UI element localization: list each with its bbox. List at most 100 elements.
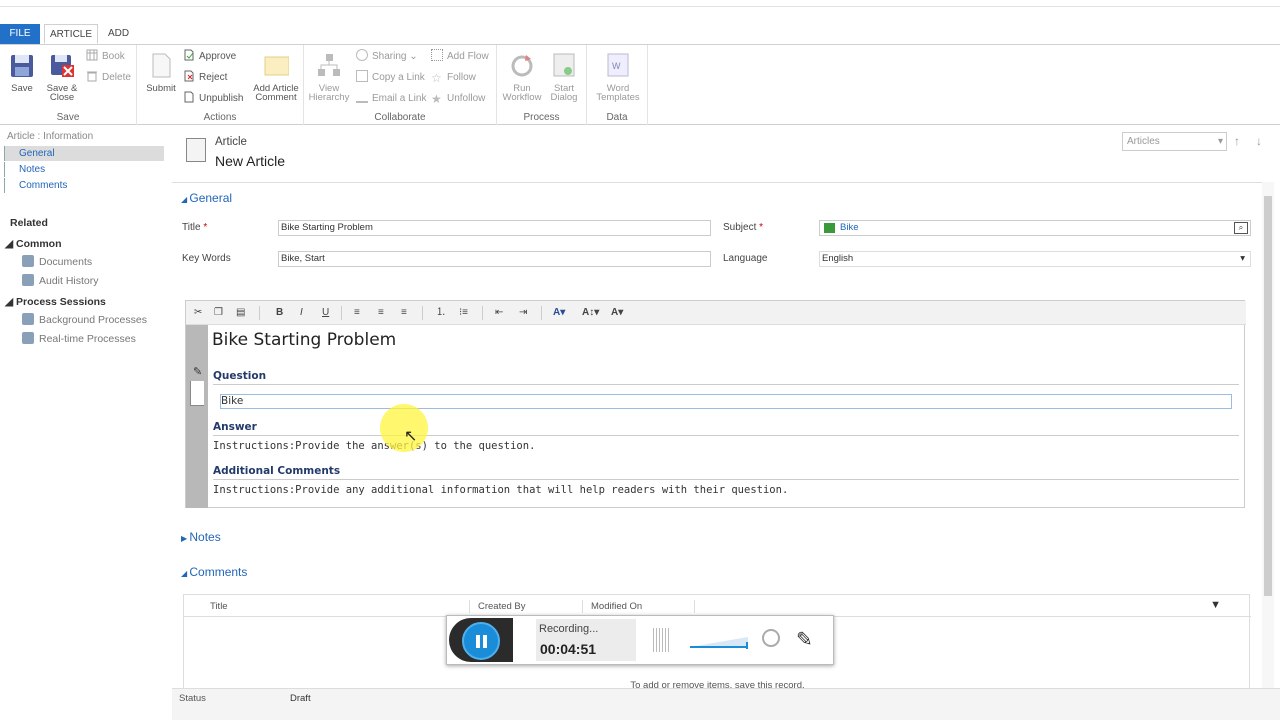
- editor-content[interactable]: Bike Starting Problem Question Bike Answ…: [208, 325, 1244, 508]
- related-documents[interactable]: Documents: [22, 254, 92, 270]
- pen-draw-icon[interactable]: ✎: [796, 627, 813, 652]
- realtime-process-icon: [22, 332, 34, 344]
- add-flow-label: Add Flow: [447, 51, 489, 62]
- nav-item-comments[interactable]: Comments: [4, 178, 164, 193]
- word-templates-button[interactable]: W Word Templates: [593, 51, 643, 102]
- font-color-icon[interactable]: A▾: [611, 306, 623, 320]
- submit-button[interactable]: Submit: [139, 51, 183, 93]
- previous-record-arrow-icon[interactable]: ↑: [1234, 134, 1240, 148]
- language-field-label: Language: [723, 253, 768, 264]
- unpublish-icon: [184, 91, 194, 103]
- tab-add[interactable]: ADD: [100, 24, 137, 44]
- pause-recording-button[interactable]: [462, 622, 500, 660]
- decrease-indent-icon[interactable]: ⇤: [495, 306, 503, 320]
- tab-file[interactable]: FILE: [0, 24, 40, 44]
- delete-button[interactable]: Delete: [86, 70, 131, 86]
- volume-slider[interactable]: [690, 635, 748, 649]
- title-input[interactable]: Bike Starting Problem: [278, 220, 711, 236]
- subject-entity-icon: [824, 223, 835, 233]
- editor-toolbar: ✂ ❐ ▤ B I U ≡ ≡ ≡ ⒈ ⁝≡ ⇤ ⇥ A▾ A↕▾ A▾: [186, 301, 1246, 325]
- record-view-selector[interactable]: Articles ▾: [1122, 132, 1227, 151]
- lookup-search-icon[interactable]: ⌕: [1234, 222, 1248, 234]
- related-realtime-processes[interactable]: Real-time Processes: [22, 331, 136, 347]
- align-left-icon[interactable]: ≡: [354, 306, 360, 320]
- nav-item-general[interactable]: General: [4, 146, 164, 161]
- status-label: Status: [179, 693, 206, 704]
- recording-timer: 00:04:51: [540, 641, 597, 657]
- save-close-button[interactable]: Save & Close: [40, 51, 84, 102]
- keywords-field-label: Key Words: [182, 253, 231, 264]
- trash-icon: [87, 71, 97, 82]
- toolbar-divider: [482, 306, 483, 320]
- filter-icon[interactable]: ▼: [1210, 599, 1221, 611]
- approve-button[interactable]: Approve: [183, 49, 236, 65]
- start-dialog-button[interactable]: Start Dialog: [542, 51, 586, 102]
- reject-label: Reject: [199, 72, 228, 83]
- column-header-created-by[interactable]: Created By: [469, 600, 526, 613]
- audio-level-meter: [653, 628, 669, 652]
- bold-button[interactable]: B: [276, 306, 283, 320]
- required-asterisk: *: [203, 222, 208, 233]
- run-workflow-button[interactable]: Run Workflow: [500, 51, 544, 102]
- book-button[interactable]: Book: [86, 49, 125, 65]
- sharing-button[interactable]: Sharing ⌄: [356, 49, 418, 65]
- subject-lookup[interactable]: Bike ⌕: [819, 220, 1251, 236]
- reject-button[interactable]: Reject: [183, 70, 227, 86]
- form-scrollbar[interactable]: [1262, 182, 1274, 692]
- nav-item-notes[interactable]: Notes: [4, 162, 164, 177]
- bulleted-list-icon[interactable]: ⁝≡: [459, 306, 468, 320]
- toolbar-divider: [541, 306, 542, 320]
- article-heading: Bike Starting Problem: [212, 330, 397, 350]
- comment-note-icon: [264, 56, 290, 76]
- ribbon-group-data: W Word Templates Data: [587, 45, 648, 125]
- increase-indent-icon[interactable]: ⇥: [519, 306, 527, 320]
- copy-link-button[interactable]: Copy a Link: [356, 70, 425, 86]
- keywords-input[interactable]: Bike, Start: [278, 251, 711, 267]
- subject-value: Bike: [840, 222, 859, 233]
- email-link-button[interactable]: Email a Link: [356, 91, 426, 107]
- reject-icon: [184, 70, 194, 82]
- follow-button[interactable]: ☆ Follow: [431, 70, 476, 86]
- common-section[interactable]: ◢ Common: [5, 238, 62, 250]
- webcam-icon[interactable]: [762, 629, 780, 647]
- notes-section-header[interactable]: ▶ Notes: [181, 530, 221, 544]
- paste-icon[interactable]: ▤: [236, 306, 245, 320]
- italic-button[interactable]: I: [300, 306, 303, 320]
- align-right-icon[interactable]: ≡: [401, 306, 407, 320]
- save-close-label: Save & Close: [46, 83, 78, 103]
- unpublish-button[interactable]: Unpublish: [183, 91, 243, 107]
- process-sessions-section[interactable]: ◢ Process Sessions: [5, 296, 106, 308]
- add-article-comment-button[interactable]: Add Article Comment: [251, 51, 301, 102]
- tab-article[interactable]: ARTICLE: [44, 24, 98, 44]
- article-content-editor: ✂ ❐ ▤ B I U ≡ ≡ ≡ ⒈ ⁝≡ ⇤ ⇥ A▾ A↕▾ A▾ ✎ B…: [185, 300, 1246, 508]
- copy-icon[interactable]: ❐: [214, 306, 223, 320]
- subject-field-label: Subject *: [723, 222, 763, 233]
- language-select[interactable]: English ▾: [819, 251, 1251, 267]
- unfollow-button[interactable]: ★ Unfollow: [431, 91, 485, 107]
- general-section-header[interactable]: ◢ General: [181, 191, 232, 205]
- save-button[interactable]: Save: [0, 51, 44, 93]
- align-center-icon[interactable]: ≡: [378, 306, 384, 320]
- related-audit-history[interactable]: Audit History: [22, 273, 99, 289]
- scrollbar-thumb[interactable]: [1264, 196, 1272, 596]
- question-input[interactable]: Bike: [220, 394, 1232, 409]
- cut-icon[interactable]: ✂: [194, 306, 202, 320]
- numbered-list-icon[interactable]: ⒈: [436, 306, 446, 320]
- left-navigation: Article : Information General Notes Comm…: [0, 126, 172, 720]
- unfollow-label: Unfollow: [447, 93, 486, 104]
- general-section-label: General: [189, 191, 233, 205]
- font-size-icon[interactable]: A↕▾: [582, 306, 599, 320]
- required-asterisk: *: [759, 222, 764, 233]
- underline-button[interactable]: U: [322, 306, 329, 320]
- column-divider: [694, 600, 704, 613]
- text-highlight-icon[interactable]: A▾: [553, 306, 565, 320]
- view-hierarchy-button[interactable]: View Hierarchy: [307, 51, 351, 102]
- column-header-modified-on[interactable]: Modified On: [582, 600, 642, 613]
- language-value: English: [822, 253, 854, 264]
- add-flow-button[interactable]: Add Flow: [431, 49, 489, 65]
- next-record-arrow-icon[interactable]: ↓: [1256, 134, 1262, 148]
- run-workflow-label: Run Workflow: [502, 83, 542, 103]
- related-background-processes[interactable]: Background Processes: [22, 312, 147, 328]
- comments-section-header[interactable]: ◢ Comments: [181, 565, 247, 579]
- column-header-title[interactable]: Title: [202, 600, 228, 613]
